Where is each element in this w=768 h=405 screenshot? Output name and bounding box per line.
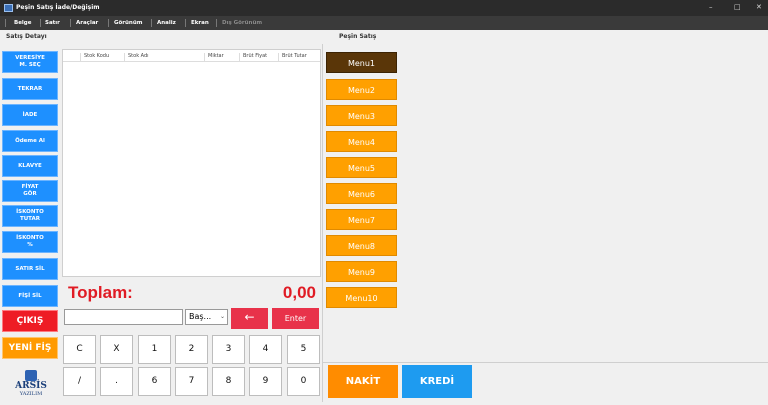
window-title: Peşin Satış İade/Değişim bbox=[16, 4, 100, 11]
cikis-button[interactable]: ÇIKIŞ bbox=[2, 310, 58, 332]
key-7[interactable]: 7 bbox=[175, 367, 208, 396]
key-x[interactable]: X bbox=[100, 335, 133, 364]
klavye-button[interactable]: KLAVYE bbox=[2, 155, 58, 177]
button-label: TEKRAR bbox=[17, 85, 43, 92]
button-label: İSKONTO TUTAR bbox=[16, 209, 44, 222]
menu1-button[interactable]: Menu1 bbox=[326, 52, 397, 73]
fisi-sil-button[interactable]: FİŞİ SİL bbox=[2, 285, 58, 307]
arsis-logo: ARSİS YAZILIM bbox=[6, 370, 56, 400]
key-9[interactable]: 9 bbox=[249, 367, 282, 396]
maximize-icon[interactable]: □ bbox=[734, 3, 741, 11]
key-4[interactable]: 4 bbox=[249, 335, 282, 364]
unit-select-value: Baş... bbox=[189, 312, 212, 321]
key-1[interactable]: 1 bbox=[138, 335, 171, 364]
column-brut-fiyat[interactable]: Brüt Fiyat bbox=[239, 53, 278, 62]
barcode-input[interactable] bbox=[64, 309, 183, 325]
column-miktar[interactable]: Miktar bbox=[204, 53, 240, 62]
column-stok-adi[interactable]: Stok Adı bbox=[124, 53, 205, 62]
menu-ekran[interactable]: Ekran bbox=[191, 20, 209, 26]
key-0[interactable]: 0 bbox=[287, 367, 320, 396]
enter-button[interactable]: Enter bbox=[272, 308, 319, 329]
payment-divider bbox=[323, 362, 768, 363]
button-label: SATIR SİL bbox=[15, 265, 45, 272]
right-panel-header: Peşin Satış bbox=[339, 33, 377, 40]
menu-separator bbox=[216, 19, 217, 27]
key-c[interactable]: C bbox=[63, 335, 96, 364]
button-label: KLAVYE bbox=[18, 162, 42, 169]
panel-divider bbox=[322, 44, 323, 402]
key-6[interactable]: 6 bbox=[138, 367, 171, 396]
menu-bar: Belge Satır Araçlar Görünüm Analiz Ekran… bbox=[0, 16, 768, 30]
menu5-button[interactable]: Menu5 bbox=[326, 157, 397, 178]
fiyat-gor-button[interactable]: FİYAT GÖR bbox=[2, 180, 58, 202]
grid-header: Stok Kodu Stok Adı Miktar Brüt Fiyat Brü… bbox=[63, 50, 320, 62]
menu7-button[interactable]: Menu7 bbox=[326, 209, 397, 230]
menu-separator bbox=[40, 19, 41, 27]
button-label: YENİ FİŞ bbox=[8, 342, 52, 353]
logo-brand: ARSİS bbox=[15, 381, 47, 391]
tekrar-button[interactable]: TEKRAR bbox=[2, 78, 58, 100]
chevron-down-icon: ⌄ bbox=[219, 313, 225, 320]
menu3-button[interactable]: Menu3 bbox=[326, 105, 397, 126]
iade-button[interactable]: İADE bbox=[2, 104, 58, 126]
unit-select[interactable]: Baş... ⌄ bbox=[185, 309, 228, 325]
key-8[interactable]: 8 bbox=[212, 367, 245, 396]
button-label: İADE bbox=[22, 111, 38, 118]
key-slash[interactable]: / bbox=[63, 367, 96, 396]
menu-separator bbox=[151, 19, 152, 27]
iskonto-yuzde-button[interactable]: İSKONTO % bbox=[2, 231, 58, 253]
menu-gorunum[interactable]: Görünüm bbox=[114, 20, 142, 26]
button-label: ÇIKIŞ bbox=[16, 315, 44, 326]
menu9-button[interactable]: Menu9 bbox=[326, 261, 397, 282]
iskonto-tutar-button[interactable]: İSKONTO TUTAR bbox=[2, 205, 58, 227]
odeme-al-button[interactable]: Ödeme Al bbox=[2, 130, 58, 152]
menu-separator bbox=[185, 19, 186, 27]
menu-separator bbox=[70, 19, 71, 27]
key-3[interactable]: 3 bbox=[212, 335, 245, 364]
menu2-button[interactable]: Menu2 bbox=[326, 79, 397, 100]
total-value: 0,00 bbox=[282, 283, 316, 302]
button-label: FİŞİ SİL bbox=[18, 292, 42, 299]
menu6-button[interactable]: Menu6 bbox=[326, 183, 397, 204]
menu-separator bbox=[5, 19, 6, 27]
menu-belge[interactable]: Belge bbox=[14, 20, 31, 26]
close-icon[interactable]: ✕ bbox=[756, 3, 762, 11]
satir-sil-button[interactable]: SATIR SİL bbox=[2, 258, 58, 280]
kredi-button[interactable]: KREDİ bbox=[402, 365, 472, 398]
logo-mark-icon bbox=[25, 370, 37, 381]
total-label: Toplam: bbox=[68, 283, 133, 302]
menu-separator bbox=[108, 19, 109, 27]
button-label: VERESİYE M. SEÇ bbox=[15, 55, 45, 68]
yeni-fis-button[interactable]: YENİ FİŞ bbox=[2, 337, 58, 359]
menu4-button[interactable]: Menu4 bbox=[326, 131, 397, 152]
column-brut-tutar[interactable]: Brüt Tutar bbox=[278, 53, 322, 62]
veresiye-musteri-sec-button[interactable]: VERESİYE M. SEÇ bbox=[2, 51, 58, 73]
menu-satir[interactable]: Satır bbox=[45, 20, 60, 26]
key-5[interactable]: 5 bbox=[287, 335, 320, 364]
menu10-button[interactable]: Menu10 bbox=[326, 287, 397, 308]
sales-grid[interactable]: Stok Kodu Stok Adı Miktar Brüt Fiyat Brü… bbox=[62, 49, 321, 277]
app-icon bbox=[4, 4, 13, 12]
title-bar: Peşin Satış İade/Değişim – □ ✕ bbox=[0, 0, 768, 16]
menu8-button[interactable]: Menu8 bbox=[326, 235, 397, 256]
logo-sub: YAZILIM bbox=[19, 391, 43, 397]
key-2[interactable]: 2 bbox=[175, 335, 208, 364]
button-label: Ödeme Al bbox=[15, 137, 45, 144]
button-label: İSKONTO % bbox=[16, 235, 44, 248]
minimize-icon[interactable]: – bbox=[709, 3, 713, 11]
key-dot[interactable]: . bbox=[100, 367, 133, 396]
menu-analiz[interactable]: Analiz bbox=[157, 20, 176, 26]
left-panel-header: Satış Detayı bbox=[6, 33, 47, 40]
backspace-button[interactable]: ← bbox=[231, 308, 268, 329]
menu-dis-gorunum: Dış Görünüm bbox=[222, 20, 263, 26]
button-label: FİYAT GÖR bbox=[21, 184, 39, 197]
menu-araclar[interactable]: Araçlar bbox=[76, 20, 98, 26]
nakit-button[interactable]: NAKİT bbox=[328, 365, 398, 398]
column-stok-kodu[interactable]: Stok Kodu bbox=[80, 53, 124, 62]
